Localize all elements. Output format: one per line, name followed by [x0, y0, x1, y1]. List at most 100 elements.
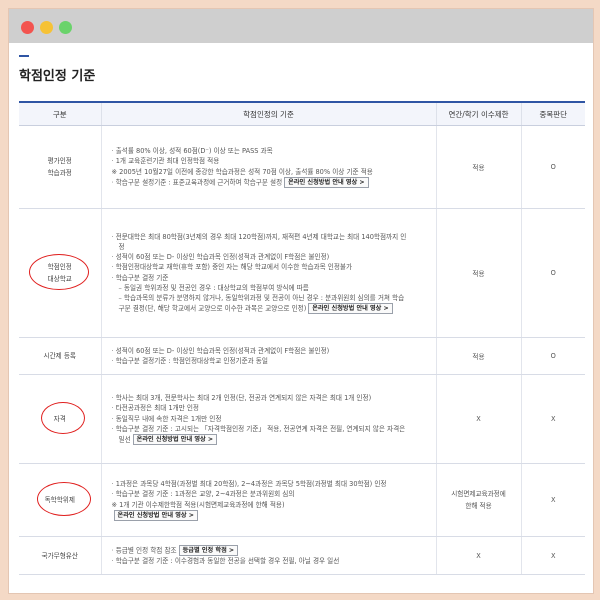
row-criteria: · 성적이 60점 또는 D- 이상인 학습과목 인정(성적과 관계없이 F학점… — [100, 337, 436, 375]
criteria-text: 성적이 60점 또는 D- 이상인 학습과목 인정(성적과 관계없이 F학점은 … — [115, 253, 330, 262]
screenshot-frame: 학점인정 기준 구분 학점인정의 기준 연간/학기 이수제한 중복판단 평가인정… — [8, 8, 594, 594]
row-limit: 적용 — [435, 337, 521, 375]
row-category: 평가인정학습과정 — [19, 125, 101, 209]
row-duplicate: X — [520, 374, 585, 464]
criteria-text: 일선 — [118, 435, 131, 444]
criteria-text: 출석률 80% 이상, 성적 60점(D⁻) 이상 또는 PASS 과목 — [115, 147, 273, 156]
row-criteria: · 출석률 80% 이상, 성적 60점(D⁻) 이상 또는 PASS 과목 · … — [100, 125, 436, 209]
bullet-mark: – — [118, 294, 122, 302]
criteria-line: · 학습구분 결정 기준 : 이수경험과 동일한 전공을 선택할 경우 전필, … — [112, 556, 432, 566]
criteria-text: 구분 결정(단, 해당 학교에서 교양으로 이수한 과목은 교양으로 인정) — [118, 304, 307, 313]
row-criteria: · 전문대학은 최대 80학점(3년제의 경우 최대 120학점)까지, 재적편… — [100, 208, 436, 338]
criteria-text: 동일직무 내에 속한 자격은 1개만 인정 — [115, 414, 222, 423]
criteria-line: · 동일직무 내에 속한 자격은 1개만 인정 — [112, 414, 432, 424]
table-row: 독학학위제 · 1과정은 과목당 4학점(과정별 최대 20학점), 2~4과정은… — [19, 463, 585, 537]
header-limit: 연간/학기 이수제한 — [435, 101, 521, 126]
bullet-mark: · — [111, 414, 114, 423]
criteria-text: 학습구분 결정 기준 — [115, 273, 169, 282]
criteria-text: 학습구분 결정 기준 : 1과정은 교양, 2~4과정은 분과위원회 심의 — [115, 490, 295, 499]
bullet-mark: · — [111, 394, 114, 403]
row-category: 독학학위제 — [19, 463, 101, 537]
bullet-mark: · — [111, 546, 114, 555]
page-title: 학점인정 기준 — [19, 69, 96, 84]
criteria-line: · 타전공과정은 최대 1개만 인정 — [112, 403, 432, 413]
table-row: 자격 · 학사는 최대 3개, 전문학사는 최대 2개 인정(단, 전공과 연계되… — [19, 374, 585, 464]
criteria-text: ※ 2005년 10월27일 이전에 종강한 학습과정은 성적 70점 이상, … — [111, 167, 373, 176]
criteria-text: 성적이 60점 또는 D- 이상인 학습과목 인정(성적과 관계없이 F학점은 … — [115, 346, 330, 355]
window-titlebar — [9, 9, 593, 43]
bullet-mark: · — [111, 424, 114, 433]
criteria-text: 학점인정대상학교 재학(휴학 포함) 중인 자는 해당 학교에서 이수한 학습과… — [115, 263, 353, 272]
bullet-mark: · — [111, 480, 114, 489]
bullet-mark: · — [111, 273, 114, 282]
table-header-row: 구분 학점인정의 기준 연간/학기 이수제한 중복판단 — [19, 101, 585, 126]
bullet-mark: · — [111, 147, 114, 156]
bullet-mark: · — [111, 556, 114, 565]
row-criteria: · 등급별 인정 학점 참조 등급별 인정 학점 > · 학습구분 결정 기준 : … — [100, 536, 436, 575]
online-guide-video-button[interactable]: 온라인 신청방법 안내 영상 > — [284, 176, 369, 188]
online-guide-video-button[interactable]: 온라인 신청방법 안내 영상 > — [132, 433, 218, 445]
criteria-line: 구분 결정(단, 해당 학교에서 교양으로 이수한 과목은 교양으로 인정) 온라… — [112, 303, 432, 315]
criteria-line: ※ 2005년 10월27일 이전에 종강한 학습과정은 성적 70점 이상, … — [112, 167, 432, 177]
row-category: 시간제 등록 — [19, 337, 101, 375]
criteria-line: 온라인 신청방법 안내 영상 > — [112, 509, 432, 521]
limit-text: 시험면제교육과정에 — [451, 490, 506, 498]
row-limit: X — [435, 374, 521, 464]
bullet-mark: · — [111, 232, 114, 241]
table-row: 학점인정 대상학교 · 전문대학은 최대 80학점(3년제의 경우 최대 120학점… — [19, 208, 585, 338]
category-label: 평가인정 — [47, 157, 72, 165]
criteria-text: 학사는 최대 3개, 전문학사는 최대 2개 인정(단, 전공과 연계되지 않은… — [115, 394, 372, 403]
criteria-line: · 전문대학은 최대 80학점(3년제의 경우 최대 120학점)까지, 재적편… — [112, 232, 432, 242]
criteria-text: 타전공과정은 최대 1개만 인정 — [115, 404, 199, 413]
row-criteria: · 학사는 최대 3개, 전문학사는 최대 2개 인정(단, 전공과 연계되지 … — [100, 374, 436, 464]
criteria-line: ※ 1개 기관 이수제한학점 적용(시험면제교육과정에 한해 적용) — [112, 500, 432, 510]
criteria-text: 정 — [118, 242, 125, 251]
handwritten-circle-annotation — [37, 482, 91, 516]
online-guide-video-button[interactable]: 온라인 신청방법 안내 영상 > — [308, 303, 393, 315]
criteria-text: 학습구분 결정 기준 : 고시되는 「자격학점인정 기준」 적용, 전공연계 자… — [115, 424, 406, 433]
category-label: 시간제 등록 — [43, 352, 76, 360]
criteria-line: 정 — [112, 242, 432, 252]
bullet-mark: · — [111, 490, 114, 499]
row-criteria: · 1과정은 과목당 4학점(과정별 최대 20학점), 2~4과정은 과목당 … — [100, 463, 436, 537]
category-label: 국가무형유산 — [41, 551, 78, 560]
bullet-mark: · — [111, 253, 114, 262]
row-duplicate: O — [520, 337, 585, 375]
row-duplicate: X — [520, 536, 585, 575]
category-label: 학습과정 — [47, 169, 72, 177]
header-category: 구분 — [19, 101, 101, 126]
close-window-dot[interactable] — [21, 21, 34, 34]
grade-credits-button[interactable]: 등급별 인정 학점 > — [178, 544, 239, 556]
maximize-window-dot[interactable] — [59, 21, 72, 34]
limit-text: 한해 적용 — [465, 502, 492, 510]
bullet-mark: · — [111, 178, 114, 187]
row-category: 학점인정 대상학교 — [19, 208, 101, 338]
row-limit: 적용 — [435, 125, 521, 209]
criteria-text: 학습구분 결정기준 : 학점인정대상학교 인정기준과 동일 — [115, 357, 268, 365]
criteria-text: 1개 교육훈련기관 최대 인정학점 적용 — [115, 157, 220, 166]
criteria-line: · 학습구분 결정기준 : 학점인정대상학교 인정기준과 동일 — [112, 356, 432, 366]
row-limit: X — [435, 536, 521, 575]
criteria-text: 전문대학은 최대 80학점(3년제의 경우 최대 120학점)까지, 재적편 4… — [115, 232, 407, 241]
criteria-line: 일선 온라인 신청방법 안내 영상 > — [112, 433, 432, 445]
bullet-mark: · — [111, 157, 114, 166]
criteria-line: · 성적이 60점 또는 D- 이상인 학습과목 인정(성적과 관계없이 F학점… — [112, 346, 432, 356]
row-limit: 시험면제교육과정에한해 적용 — [435, 463, 521, 537]
criteria-text: 학습구분 결정 기준 : 이수경험과 동일한 전공을 선택할 경우 전필, 아닐… — [115, 556, 340, 565]
minimize-window-dot[interactable] — [40, 21, 53, 34]
criteria-line: · 출석률 80% 이상, 성적 60점(D⁻) 이상 또는 PASS 과목 — [112, 146, 432, 156]
header-criteria: 학점인정의 기준 — [100, 101, 436, 126]
table-row: 시간제 등록 · 성적이 60점 또는 D- 이상인 학습과목 인정(성적과 관계… — [19, 337, 585, 375]
criteria-text: 등급별 인정 학점 참조 — [115, 546, 177, 555]
row-duplicate: O — [520, 125, 585, 209]
online-guide-video-button[interactable]: 온라인 신청방법 안내 영상 > — [113, 509, 198, 521]
criteria-text: 학습구분 설정기준 : 표준교육과정에 근거하여 학습구분 설정 — [115, 178, 283, 187]
criteria-line: · 1과정은 과목당 4학점(과정별 최대 20학점), 2~4과정은 과목당 … — [112, 479, 432, 489]
bullet-mark: – — [118, 283, 122, 292]
criteria-line: – 동일권 학위과정 및 전공인 경우 : 대상학교의 학점부여 방식에 따름 — [112, 283, 432, 293]
criteria-line: · 1개 교육훈련기관 최대 인정학점 적용 — [112, 156, 432, 166]
bullet-mark: · — [111, 346, 114, 355]
handwritten-circle-annotation — [41, 402, 85, 434]
handwritten-circle-annotation — [29, 254, 89, 290]
row-limit: 적용 — [435, 208, 521, 338]
